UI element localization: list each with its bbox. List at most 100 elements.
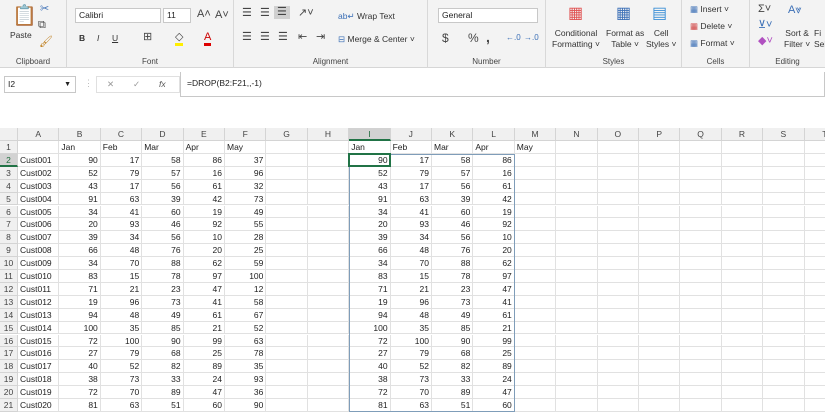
- cell-C18[interactable]: 52: [100, 360, 143, 374]
- cell-B15[interactable]: 100: [59, 321, 101, 335]
- cell-T12[interactable]: [804, 283, 825, 296]
- font-size-select[interactable]: 11: [163, 8, 191, 23]
- row-header-11[interactable]: 11: [0, 270, 18, 283]
- cell-B16[interactable]: 72: [59, 334, 101, 348]
- column-header-N[interactable]: N: [556, 128, 598, 141]
- name-box[interactable]: I2 ▼: [4, 76, 76, 93]
- cell-R6[interactable]: [721, 205, 764, 219]
- increase-decimal-icon[interactable]: ←.0: [506, 34, 521, 42]
- column-header-J[interactable]: J: [390, 128, 432, 141]
- cell-D20[interactable]: 89: [142, 386, 184, 399]
- format-button[interactable]: ▦ Format ˅: [690, 38, 735, 49]
- cell-P19[interactable]: [639, 373, 681, 387]
- cell-H20[interactable]: [307, 386, 350, 399]
- cell-H11[interactable]: [307, 270, 350, 283]
- cell-F18[interactable]: 35: [225, 360, 267, 374]
- cell-G13[interactable]: [266, 295, 308, 309]
- cell-Q13[interactable]: [680, 295, 722, 309]
- cell-F5[interactable]: 73: [225, 192, 267, 206]
- cell-T21[interactable]: [804, 399, 825, 412]
- cell-N18[interactable]: [556, 360, 598, 374]
- cell-H21[interactable]: [307, 399, 350, 412]
- cell-D19[interactable]: 33: [142, 373, 184, 387]
- cell-G9[interactable]: [266, 244, 308, 258]
- cell-A20[interactable]: Cust019: [18, 386, 60, 399]
- cell-Q12[interactable]: [680, 282, 722, 296]
- cell-P15[interactable]: [639, 321, 681, 335]
- cell-F9[interactable]: 25: [225, 244, 267, 258]
- cell-Q17[interactable]: [680, 347, 722, 361]
- cell-E2[interactable]: 86: [183, 153, 225, 167]
- cell-G7[interactable]: [266, 218, 308, 232]
- cell-H14[interactable]: [307, 308, 350, 322]
- cell-B8[interactable]: 39: [59, 231, 101, 245]
- decrease-font-icon[interactable]: A˅: [215, 10, 229, 21]
- cell-G1[interactable]: [266, 141, 308, 154]
- cell-S2[interactable]: [763, 153, 805, 167]
- cell-T8[interactable]: [804, 231, 825, 245]
- cell-O18[interactable]: [597, 360, 639, 374]
- cell-R2[interactable]: [721, 153, 764, 167]
- cell-S6[interactable]: [763, 205, 805, 219]
- merge-center-button[interactable]: ⊟ Merge & Center ˅: [338, 34, 415, 45]
- cell-S1[interactable]: [763, 141, 805, 154]
- cell-S11[interactable]: [763, 270, 805, 283]
- cell-H2[interactable]: [307, 153, 350, 167]
- fill-icon[interactable]: ⊻˅: [758, 20, 772, 31]
- comma-button[interactable]: ,: [486, 30, 490, 44]
- cell-N10[interactable]: [556, 257, 598, 270]
- column-header-T[interactable]: T: [804, 128, 825, 141]
- cell-G17[interactable]: [266, 347, 308, 361]
- cell-E12[interactable]: 47: [183, 282, 225, 296]
- cell-R10[interactable]: [721, 257, 764, 270]
- cell-T4[interactable]: [804, 180, 825, 193]
- cell-G8[interactable]: [266, 231, 308, 245]
- cell-E19[interactable]: 24: [183, 373, 225, 387]
- cell-B14[interactable]: 94: [59, 308, 101, 322]
- cell-E20[interactable]: 47: [183, 386, 225, 399]
- cell-B1[interactable]: Jan: [59, 141, 101, 154]
- cell-A14[interactable]: Cust013: [18, 308, 60, 322]
- cell-E11[interactable]: 97: [183, 270, 225, 283]
- cell-N9[interactable]: [556, 244, 598, 258]
- cell-O10[interactable]: [597, 257, 639, 270]
- cell-S7[interactable]: [763, 218, 805, 232]
- cell-N11[interactable]: [556, 270, 598, 283]
- cell-F19[interactable]: 93: [225, 373, 267, 387]
- cell-T10[interactable]: [804, 257, 825, 270]
- cell-R14[interactable]: [721, 308, 764, 322]
- insert-button[interactable]: ▦ Insert ˅: [690, 4, 729, 15]
- cell-P12[interactable]: [639, 282, 681, 296]
- column-header-P[interactable]: P: [639, 128, 681, 141]
- cell-B6[interactable]: 34: [59, 205, 101, 219]
- row-header-20[interactable]: 20: [0, 386, 18, 399]
- cell-D16[interactable]: 90: [142, 334, 184, 348]
- cell-C16[interactable]: 100: [100, 334, 143, 348]
- cell-N6[interactable]: [556, 205, 598, 219]
- cell-N14[interactable]: [556, 308, 598, 322]
- cell-O12[interactable]: [597, 282, 639, 296]
- row-header-17[interactable]: 17: [0, 347, 18, 361]
- cell-Q2[interactable]: [680, 153, 722, 167]
- paste-button[interactable]: Paste: [10, 30, 32, 40]
- cell-O20[interactable]: [597, 386, 639, 399]
- cell-F21[interactable]: 90: [225, 399, 267, 412]
- cell-S16[interactable]: [763, 334, 805, 348]
- cell-M1[interactable]: May: [514, 141, 557, 154]
- row-header-3[interactable]: 3: [0, 166, 18, 180]
- cell-O1[interactable]: [597, 141, 639, 154]
- column-header-H[interactable]: H: [307, 128, 350, 141]
- cell-F11[interactable]: 100: [225, 270, 267, 283]
- row-header-13[interactable]: 13: [0, 295, 18, 309]
- cell-E14[interactable]: 61: [183, 308, 225, 322]
- formula-input[interactable]: =DROP(B2:F21,,-1): [180, 72, 825, 97]
- conditional-formatting-button[interactable]: Conditional Formatting ˅: [552, 28, 600, 50]
- cut-icon[interactable]: ✂: [40, 4, 49, 15]
- cell-D15[interactable]: 85: [142, 321, 184, 335]
- cell-C8[interactable]: 34: [100, 231, 143, 245]
- cell-Q11[interactable]: [680, 270, 722, 283]
- cell-T5[interactable]: [804, 193, 825, 206]
- row-header-8[interactable]: 8: [0, 231, 18, 245]
- cell-P16[interactable]: [639, 334, 681, 348]
- column-header-R[interactable]: R: [721, 128, 764, 141]
